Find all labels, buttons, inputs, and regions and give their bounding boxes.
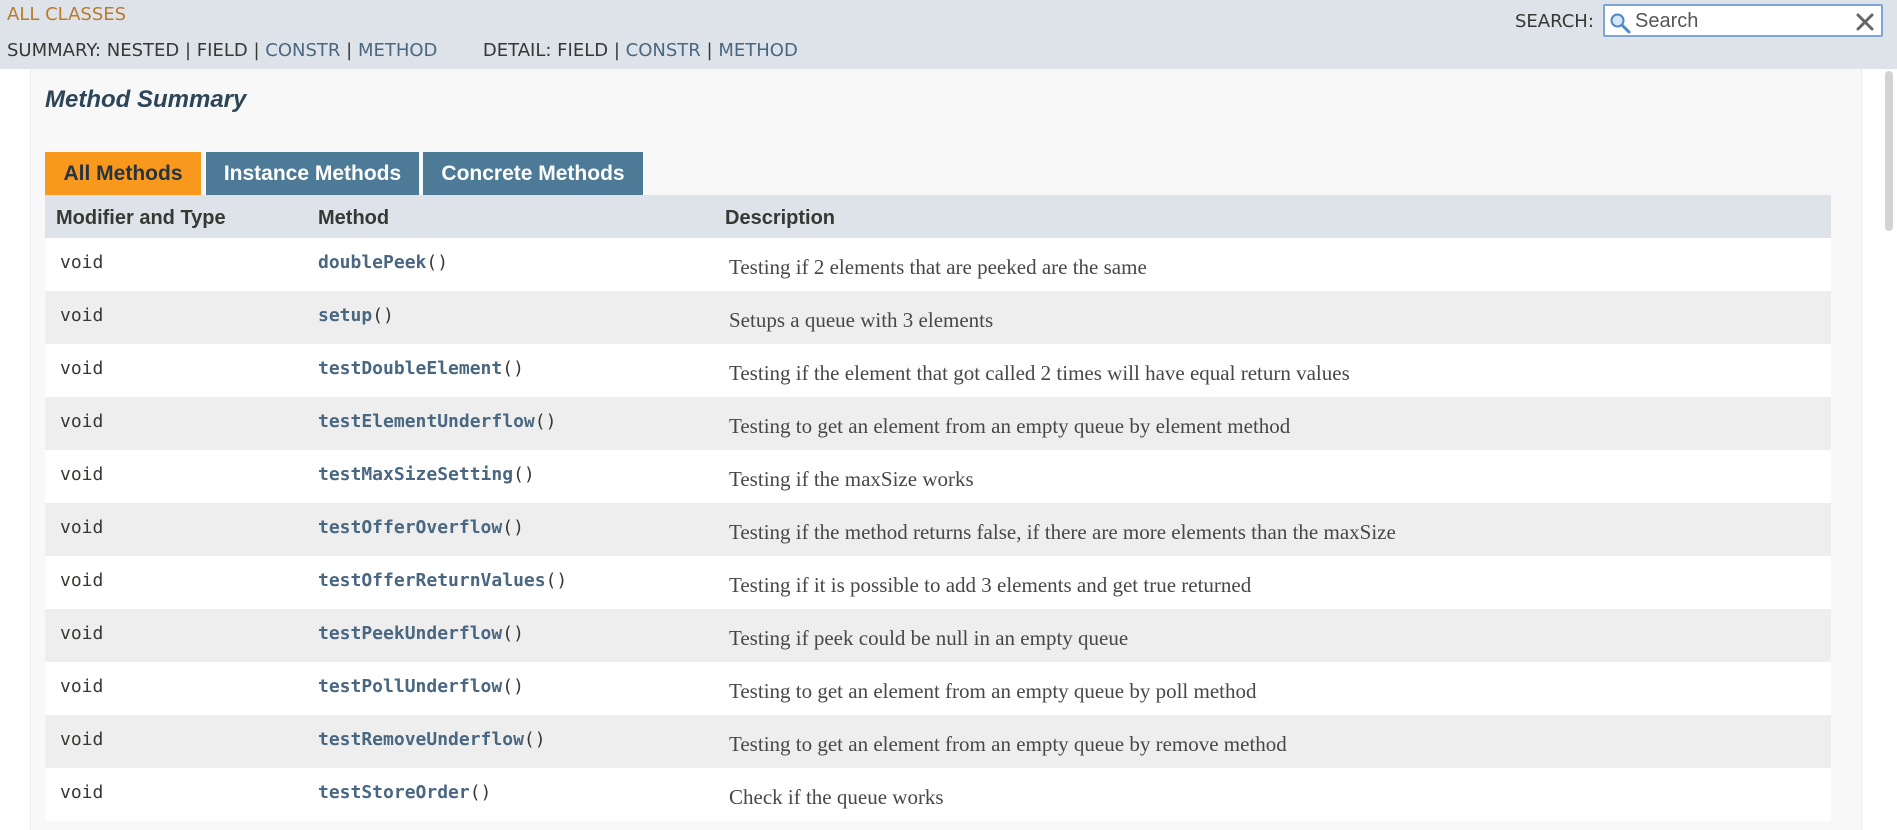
return-type: void [60,729,104,750]
method-link[interactable]: testStoreOrder [318,782,470,803]
scroll-thumb[interactable] [1885,71,1893,231]
return-type: void [60,517,104,538]
return-type: void [60,252,104,273]
table-row: void setup() Setups a queue with 3 eleme… [45,291,1831,344]
method-description: Testing to get an element from an empty … [729,414,1291,438]
method-description: Testing to get an element from an empty … [729,732,1287,756]
table-row: void testDoubleElement() Testing if the … [45,344,1831,397]
method-params: () [502,676,524,697]
table-row: void testPollUnderflow() Testing to get … [45,662,1831,715]
return-type: void [60,305,104,326]
method-link[interactable]: testDoubleElement [318,358,502,379]
summary-label: SUMMARY: [7,40,101,61]
method-link[interactable]: testPollUnderflow [318,676,502,697]
header-description: Description [725,207,836,229]
method-description: Testing if the maxSize works [729,467,974,491]
table-row: void testMaxSizeSetting() Testing if the… [45,450,1831,503]
search-icon [1610,13,1631,34]
summary-method-link[interactable]: METHOD [358,40,437,61]
separator: | [706,40,713,61]
table-row: void testStoreOrder() Check if the queue… [45,768,1831,821]
method-link[interactable]: testMaxSizeSetting [318,464,513,485]
return-type: void [60,464,104,485]
tab-concrete-methods[interactable]: Concrete Methods [423,152,643,195]
method-params: () [534,411,557,432]
detail-constr-link[interactable]: CONSTR [626,40,701,61]
separator: | [184,40,192,61]
table-row: void testOfferReturnValues() Testing if … [45,556,1831,609]
method-params: () [513,464,535,485]
method-params: () [469,782,492,803]
search-input[interactable] [1635,8,1847,34]
method-params: () [502,517,524,538]
close-icon[interactable] [1855,12,1875,32]
search-label: SEARCH: [1515,11,1594,32]
summary-nested: NESTED [106,40,180,61]
vertical-scrollbar[interactable] [1880,69,1897,830]
method-link[interactable]: testElementUnderflow [318,411,535,432]
method-description: Check if the queue works [729,785,944,809]
table-row: void testElementUnderflow() Testing to g… [45,397,1831,450]
method-params: () [545,570,568,591]
method-params: () [426,252,449,273]
method-params: () [502,358,524,379]
table-row: void doublePeek() Testing if 2 elements … [45,238,1831,291]
method-link[interactable]: testOfferOverflow [318,517,502,538]
method-params: () [502,623,524,644]
header-method: Method [318,207,390,229]
method-link[interactable]: testRemoveUnderflow [318,729,524,750]
return-type: void [60,782,104,803]
method-description: Testing if 2 elements that are peeked ar… [729,255,1147,279]
method-description: Testing if peek could be null in an empt… [729,626,1129,650]
detail-method-link[interactable]: METHOD [718,40,797,61]
section-title: Method Summary [45,86,247,113]
tab-all-methods[interactable]: All Methods [45,152,201,195]
separator: | [613,40,620,61]
method-params: () [372,305,394,326]
method-link[interactable]: doublePeek [318,252,426,273]
method-link[interactable]: setup [318,305,372,326]
return-type: void [60,411,104,432]
table-row: void testPeekUnderflow() Testing if peek… [45,609,1831,662]
method-description: Testing if the element that got called 2… [729,361,1350,385]
separator: | [346,40,353,61]
method-description: Testing if the method returns false, if … [729,520,1396,544]
return-type: void [60,676,104,697]
method-link[interactable]: testPeekUnderflow [318,623,502,644]
summary-constr-link[interactable]: CONSTR [265,40,340,61]
sub-navigation: SUMMARY: NESTED | FIELD | CONSTR | METHO… [7,40,798,61]
table-header: Modifier and Type Method Description [45,195,1831,238]
detail-label: DETAIL: [482,40,552,61]
tab-instance-methods[interactable]: Instance Methods [206,152,419,195]
detail-field: FIELD [557,40,609,61]
header-modifier: Modifier and Type [56,207,226,229]
separator: | [253,40,260,61]
summary-field: FIELD [196,40,248,61]
method-params: () [523,729,546,750]
method-description: Setups a queue with 3 elements [729,308,994,332]
method-link[interactable]: testOfferReturnValues [318,570,546,591]
return-type: void [60,623,104,644]
return-type: void [60,358,104,379]
all-classes-link[interactable]: ALL CLASSES [7,4,126,25]
table-row: void testRemoveUnderflow() Testing to ge… [45,715,1831,768]
search-box[interactable] [1603,4,1883,37]
table-row: void testOfferOverflow() Testing if the … [45,503,1831,556]
method-description: Testing to get an element from an empty … [729,679,1257,703]
return-type: void [60,570,104,591]
top-navigation-bar: ALL CLASSES SUMMARY: NESTED | FIELD | CO… [0,0,1897,69]
method-description: Testing if it is possible to add 3 eleme… [729,573,1252,597]
method-summary-table: Modifier and Type Method Description voi… [45,195,1831,821]
